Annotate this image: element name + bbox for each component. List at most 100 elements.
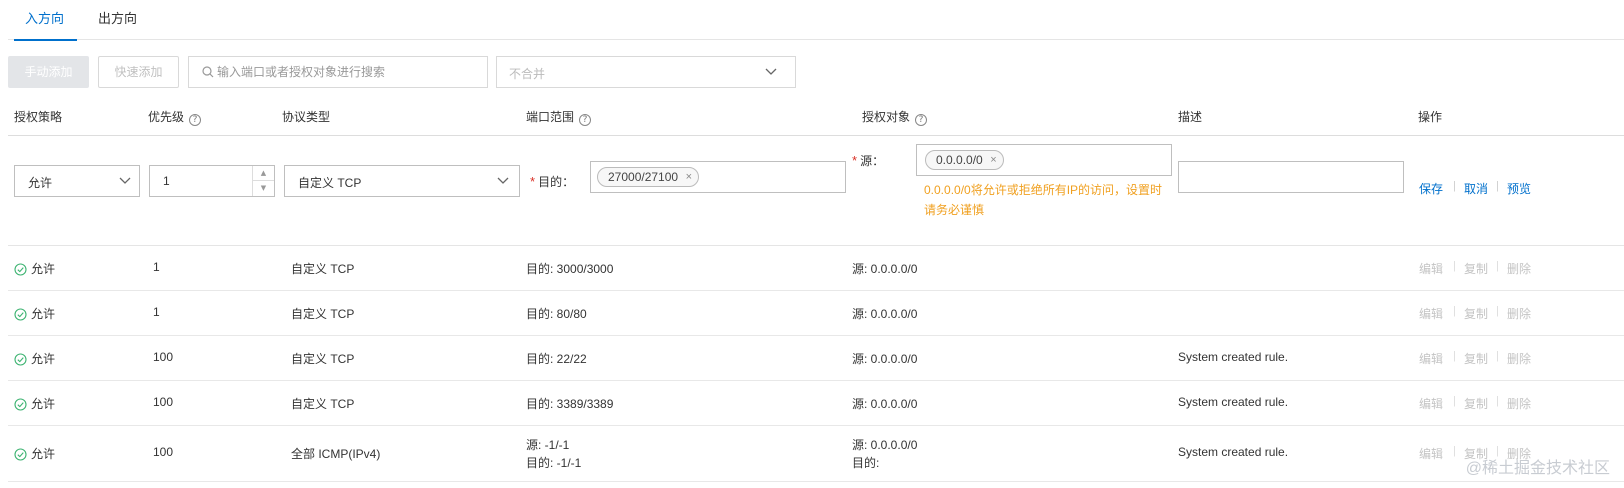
- description-input[interactable]: [1178, 161, 1404, 193]
- edit-rule-row: 允许 1 ▲ ▼ 自定义 TCP * 目的： 27000/27100 × * 源： 0…: [8, 136, 1624, 246]
- protocol-cell: 自定义 TCP: [291, 352, 355, 366]
- priority-cell: 100: [153, 445, 174, 459]
- divider: |: [1453, 305, 1456, 317]
- help-icon[interactable]: ?: [915, 114, 928, 126]
- priority-cell: 1: [153, 305, 160, 319]
- tab-outbound[interactable]: 出方向: [98, 10, 137, 40]
- edit-button[interactable]: 编辑: [1419, 350, 1443, 367]
- remove-chip-icon[interactable]: ×: [990, 151, 996, 169]
- source-label-text: 源：: [860, 154, 885, 168]
- copy-button[interactable]: 复制: [1464, 395, 1488, 412]
- col-port-range: 端口范围?: [526, 108, 592, 126]
- remove-chip-icon[interactable]: ×: [686, 168, 692, 186]
- manual-add-button[interactable]: 手动添加: [8, 56, 89, 88]
- col-auth-object-label: 授权对象: [862, 110, 911, 124]
- save-button[interactable]: 保存: [1419, 180, 1443, 197]
- chevron-down-icon: [119, 177, 131, 184]
- copy-button[interactable]: 复制: [1464, 305, 1488, 322]
- col-priority: 优先级?: [148, 108, 202, 126]
- watermark-text: @稀土掘金技术社区: [1465, 460, 1610, 477]
- source-field[interactable]: 0.0.0.0/0 ×: [916, 144, 1172, 176]
- decrement-icon[interactable]: ▼: [253, 181, 274, 196]
- policy-select[interactable]: 允许: [14, 165, 140, 197]
- policy-value: 允许: [31, 447, 56, 461]
- policy-cell: 允许: [14, 445, 55, 462]
- check-circle-icon: [14, 263, 27, 276]
- description-cell: System created rule.: [1178, 395, 1289, 409]
- auth-object-cell: 源: 0.0.0.0/0: [852, 397, 918, 411]
- priority-cell: 100: [153, 350, 174, 364]
- divider: |: [1496, 305, 1499, 317]
- policy-value: 允许: [31, 262, 56, 276]
- copy-button[interactable]: 复制: [1464, 350, 1488, 367]
- auth-object-cell: 源: 0.0.0.0/0: [852, 307, 918, 321]
- dest-port-label: * 目的：: [530, 174, 575, 189]
- divider: |: [1496, 260, 1499, 272]
- priority-cell: 100: [153, 395, 174, 409]
- protocol-cell: 自定义 TCP: [291, 307, 355, 321]
- col-auth-object: 授权对象?: [862, 108, 928, 126]
- port-range-cell: 目的: 22/22: [526, 352, 587, 366]
- merge-select[interactable]: 不合并: [496, 56, 796, 88]
- table-row: 允许 1 自定义 TCP 目的: 3000/3000 源: 0.0.0.0/0 …: [8, 246, 1624, 291]
- table-header: 授权策略 优先级? 协议类型 端口范围? 授权对象? 描述 操作: [8, 96, 1624, 136]
- protocol-cell: 自定义 TCP: [291, 262, 355, 276]
- port-range-cell: 目的: 3389/3389: [526, 397, 614, 411]
- auth-object-cell: 源: 0.0.0.0/0: [852, 438, 918, 452]
- protocol-cell: 自定义 TCP: [291, 397, 355, 411]
- check-circle-icon: [14, 353, 27, 366]
- search-input[interactable]: [217, 57, 482, 87]
- edit-button[interactable]: 编辑: [1419, 260, 1443, 277]
- divider: |: [1453, 350, 1456, 362]
- divider: |: [1496, 350, 1499, 362]
- dest-port-chip-value: 27000/27100: [608, 170, 679, 184]
- delete-button[interactable]: 删除: [1507, 350, 1531, 367]
- protocol-select-value: 自定义 TCP: [298, 176, 362, 190]
- divider: |: [1496, 395, 1499, 407]
- table-row: 允许 100 自定义 TCP 目的: 3389/3389 源: 0.0.0.0/…: [8, 381, 1624, 426]
- description-cell: System created rule.: [1178, 350, 1289, 364]
- priority-cell: 1: [153, 260, 160, 274]
- priority-spinner: ▲ ▼: [252, 166, 274, 196]
- dest-port-field[interactable]: 27000/27100 ×: [590, 161, 846, 193]
- help-icon[interactable]: ?: [579, 114, 592, 126]
- search-field[interactable]: [188, 56, 488, 88]
- preview-button[interactable]: 预览: [1507, 180, 1531, 197]
- policy-select-value: 允许: [28, 176, 53, 190]
- source-label: * 源：: [852, 153, 885, 168]
- policy-cell: 允许: [14, 350, 55, 367]
- cancel-button[interactable]: 取消: [1464, 180, 1488, 197]
- increment-icon[interactable]: ▲: [253, 166, 274, 181]
- direction-tabs: 入方向 出方向: [8, 0, 1624, 41]
- dest-port-label-text: 目的：: [538, 175, 575, 189]
- delete-button[interactable]: 删除: [1507, 260, 1531, 277]
- divider: |: [1453, 180, 1456, 192]
- chevron-down-icon: [497, 177, 509, 184]
- edit-button[interactable]: 编辑: [1419, 445, 1443, 462]
- divider: |: [1453, 260, 1456, 272]
- quick-add-button[interactable]: 快速添加: [98, 56, 179, 88]
- protocol-select[interactable]: 自定义 TCP: [284, 165, 520, 197]
- edit-button[interactable]: 编辑: [1419, 395, 1443, 412]
- policy-value: 允许: [31, 397, 56, 411]
- search-icon: [202, 66, 214, 78]
- help-icon[interactable]: ?: [189, 114, 202, 126]
- protocol-cell: 全部 ICMP(IPv4): [291, 447, 381, 461]
- auth-object-cell: 源: 0.0.0.0/0: [852, 262, 918, 276]
- divider: |: [1453, 445, 1456, 457]
- chevron-down-icon: [765, 68, 777, 75]
- port-range-cell-line2: 目的: -1/-1: [526, 456, 582, 470]
- policy-cell: 允许: [14, 260, 55, 277]
- description-cell: System created rule.: [1178, 445, 1289, 459]
- table-row: 允许 100 全部 ICMP(IPv4) 源: -1/-1 目的: -1/-1 …: [8, 426, 1624, 482]
- policy-cell: 允许: [14, 395, 55, 412]
- auth-object-cell-line2: 目的:: [852, 456, 880, 470]
- tab-inbound[interactable]: 入方向: [13, 10, 78, 41]
- priority-stepper[interactable]: 1 ▲ ▼: [149, 165, 275, 197]
- edit-button[interactable]: 编辑: [1419, 305, 1443, 322]
- auth-object-cell: 源: 0.0.0.0/0: [852, 352, 918, 366]
- delete-button[interactable]: 删除: [1507, 395, 1531, 412]
- policy-value: 允许: [31, 307, 56, 321]
- delete-button[interactable]: 删除: [1507, 305, 1531, 322]
- copy-button[interactable]: 复制: [1464, 260, 1488, 277]
